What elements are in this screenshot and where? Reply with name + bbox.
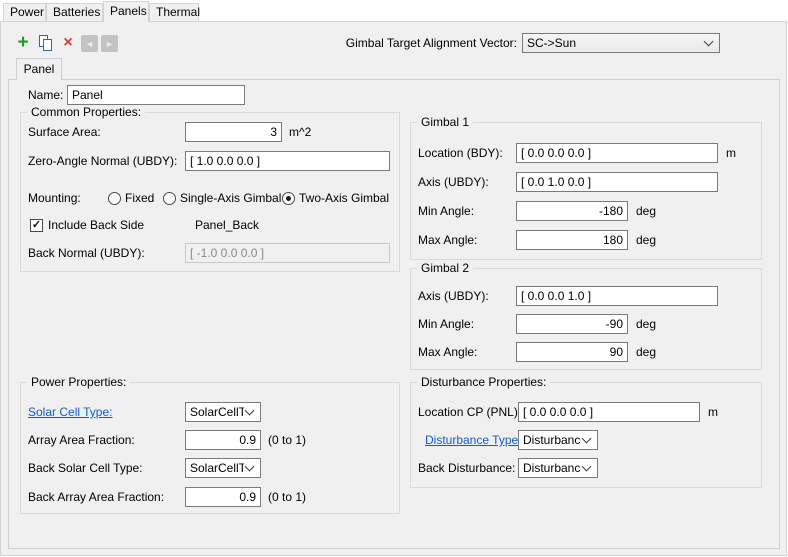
gimbal1-max-angle-input[interactable] (516, 230, 628, 250)
array-area-fraction-input[interactable] (185, 430, 261, 450)
gimbal1-location-input[interactable] (516, 143, 718, 163)
back-solar-cell-type-select[interactable]: SolarCellTy (185, 458, 261, 478)
tab-panels[interactable]: Panels (103, 1, 149, 22)
gimbal1-axis-input[interactable] (516, 172, 718, 192)
gimbal2-max-angle-label: Max Angle: (418, 342, 477, 362)
location-cp-label: Location CP (PNL): (418, 402, 521, 422)
back-normal-label: Back Normal (UBDY): (28, 243, 145, 263)
chevron-down-icon (245, 406, 255, 416)
gimbal2-axis-input[interactable] (516, 286, 718, 306)
gimbal2-min-angle-label: Min Angle: (418, 314, 474, 334)
zero-angle-normal-input[interactable] (185, 151, 390, 171)
gimbal2-max-angle-unit: deg (636, 342, 656, 362)
surface-area-label: Surface Area: (28, 122, 101, 142)
gimbal-target-alignment-label: Gimbal Target Alignment Vector: (330, 33, 517, 53)
gimbal2-axis-label: Axis (UBDY): (418, 286, 489, 306)
delete-button[interactable]: × (58, 33, 78, 53)
forward-button[interactable]: ► (101, 35, 118, 52)
surface-area-unit: m^2 (289, 122, 311, 142)
gimbal1-max-angle-unit: deg (636, 230, 656, 250)
chevron-down-icon (704, 37, 714, 47)
gimbal-target-alignment-value: SC->Sun (527, 36, 703, 50)
mounting-radio-two-axis[interactable] (282, 192, 295, 205)
disturbance-properties-title: Disturbance Properties: (417, 375, 550, 390)
name-input[interactable] (67, 85, 245, 105)
gimbal1-axis-label: Axis (UBDY): (418, 172, 489, 192)
gimbal-target-alignment-select[interactable]: SC->Sun (522, 33, 720, 53)
copy-icon (37, 34, 55, 52)
add-icon: + (17, 34, 28, 52)
gimbal1-min-angle-unit: deg (636, 201, 656, 221)
disturbance-type-link[interactable]: Disturbance Type: (425, 430, 522, 450)
array-area-fraction-label: Array Area Fraction: (28, 430, 135, 450)
include-back-side-checkbox[interactable]: ✓ (30, 219, 43, 232)
mounting-radio-fixed[interactable] (108, 192, 121, 205)
solar-cell-type-value: SolarCellTy (190, 405, 244, 419)
back-disturbance-label: Back Disturbance: (418, 458, 515, 478)
zero-angle-normal-label: Zero-Angle Normal (UBDY): (28, 151, 177, 171)
add-button[interactable]: + (13, 33, 33, 53)
mounting-radio-single-axis[interactable] (163, 192, 176, 205)
gimbal1-title: Gimbal 1 (417, 115, 473, 130)
back-normal-input (185, 243, 390, 263)
back-array-area-fraction-label: Back Array Area Fraction: (28, 487, 164, 507)
panel-back-name: Panel_Back (195, 215, 259, 235)
tab-thermal[interactable]: Thermal (149, 3, 199, 21)
copy-button[interactable] (36, 33, 56, 53)
forward-icon: ► (105, 39, 114, 49)
common-properties-title: Common Properties: (27, 105, 145, 120)
back-solar-cell-type-label: Back Solar Cell Type: (28, 458, 143, 478)
disturbance-type-value: Disturbance (523, 433, 581, 447)
gimbal2-min-angle-unit: deg (636, 314, 656, 334)
back-button[interactable]: ◄ (81, 35, 98, 52)
back-solar-cell-type-value: SolarCellTy (190, 461, 244, 475)
tab-power[interactable]: Power (3, 3, 46, 21)
array-area-fraction-hint: (0 to 1) (268, 430, 306, 450)
power-properties-title: Power Properties: (27, 375, 130, 390)
chevron-down-icon (582, 434, 592, 444)
chevron-down-icon (582, 462, 592, 472)
back-array-area-fraction-hint: (0 to 1) (268, 487, 306, 507)
surface-area-input[interactable] (185, 122, 282, 142)
chevron-down-icon (245, 462, 255, 472)
disturbance-type-select[interactable]: Disturbance (518, 430, 598, 450)
gimbal1-location-unit: m (726, 143, 736, 163)
gimbal1-min-angle-input[interactable] (516, 201, 628, 221)
back-array-area-fraction-input[interactable] (185, 487, 261, 507)
gimbal2-title: Gimbal 2 (417, 261, 473, 276)
include-back-side-label[interactable]: Include Back Side (48, 215, 144, 235)
gimbal2-min-angle-input[interactable] (516, 314, 628, 334)
gimbal1-min-angle-label: Min Angle: (418, 201, 474, 221)
mounting-radio-two-axis-label[interactable]: Two-Axis Gimbal (299, 188, 389, 208)
delete-icon: × (63, 35, 72, 51)
back-icon: ◄ (85, 39, 94, 49)
tab-batteries[interactable]: Batteries (46, 3, 103, 21)
name-label: Name: (28, 85, 63, 105)
mounting-radio-fixed-label[interactable]: Fixed (125, 188, 154, 208)
mounting-label: Mounting: (28, 188, 81, 208)
mounting-radio-single-axis-label[interactable]: Single-Axis Gimbal (180, 188, 281, 208)
tab-panel-inner[interactable]: Panel (16, 58, 62, 80)
gimbal1-max-angle-label: Max Angle: (418, 230, 477, 250)
solar-cell-type-select[interactable]: SolarCellTy (185, 402, 261, 422)
back-disturbance-select[interactable]: Disturbance (518, 458, 598, 478)
location-cp-unit: m (708, 402, 718, 422)
gimbal1-location-label: Location (BDY): (418, 143, 503, 163)
panels-window: Power Batteries Panels Thermal + × ◄ ► G… (0, 0, 788, 557)
location-cp-input[interactable] (518, 402, 700, 422)
gimbal2-max-angle-input[interactable] (516, 342, 628, 362)
solar-cell-type-link[interactable]: Solar Cell Type: (28, 402, 113, 422)
back-disturbance-value: Disturbance (523, 461, 581, 475)
